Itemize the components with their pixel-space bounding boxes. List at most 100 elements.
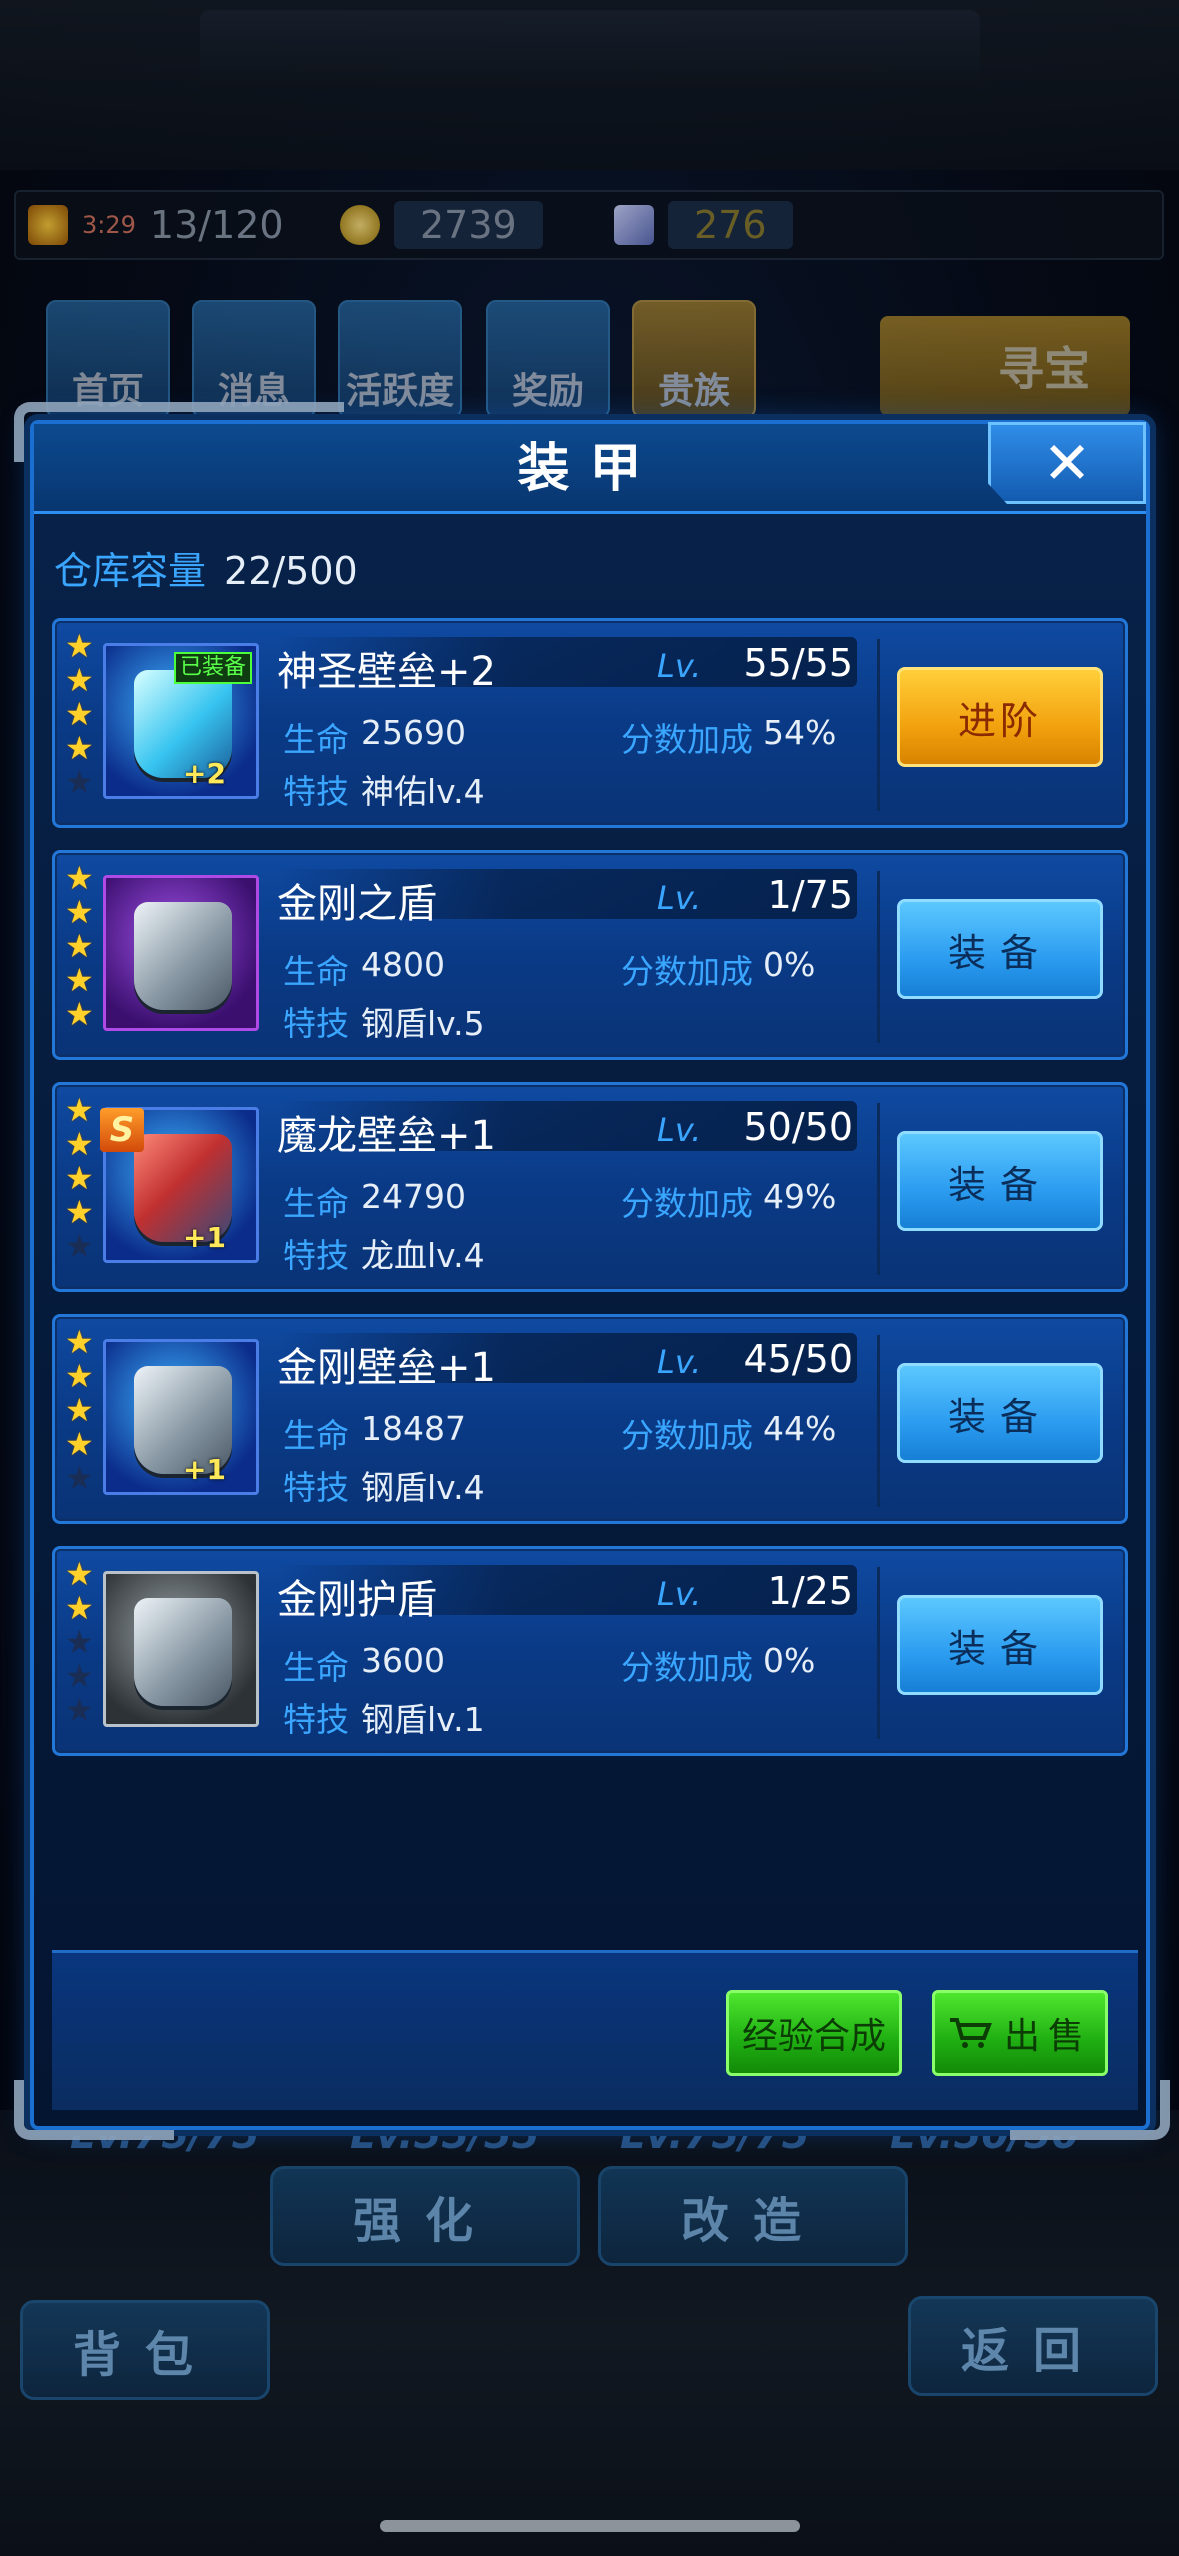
score-value: 0% [763, 1641, 816, 1680]
equipped-badge: 已装备 [173, 652, 252, 684]
score-value: 54% [763, 713, 837, 752]
star-icon: ★ [65, 1125, 94, 1163]
level-value: 45/50 [743, 1337, 853, 1381]
nav-rewards[interactable]: 奖励 [486, 300, 610, 418]
cart-icon [948, 2016, 992, 2050]
item-name: 金刚壁垒+1 [277, 1345, 496, 1391]
armor-thumbnail[interactable]: 已装备 +2 [103, 643, 259, 799]
plus-level: +2 [183, 757, 226, 790]
score-label: 分数加成 [621, 1648, 753, 1687]
star-icon: ★ [65, 859, 94, 897]
star-empty-icon: ★ [65, 1691, 94, 1729]
hp-value: 18487 [361, 1409, 466, 1448]
game-screen: 3:29 13/120 2739 276 首页 消息 活跃度 奖励 贵族 寻宝 … [0, 0, 1179, 2556]
skill-label: 特技 [283, 772, 349, 811]
armor-thumbnail[interactable] [103, 875, 259, 1031]
hp-label: 生命 [283, 952, 349, 991]
star-rating: ★ ★ ★ ★ ★ [65, 1325, 99, 1495]
star-icon: ★ [65, 1193, 94, 1231]
skill-value: 神佑lv.4 [361, 772, 485, 811]
coin-value: 2739 [394, 201, 543, 249]
score-value: 44% [763, 1409, 837, 1448]
level-value: 1/75 [767, 873, 853, 917]
skill-value: 龙血lv.4 [361, 1236, 485, 1275]
divider [877, 1567, 880, 1739]
armor-item[interactable]: ★ ★ ★ ★ ★ S +1 魔龙壁垒+1 Lv. 50/50 生命 24790… [52, 1082, 1128, 1292]
upgrade-button[interactable]: 进阶 [897, 667, 1103, 767]
level-value: 55/55 [743, 641, 853, 685]
armor-thumbnail[interactable]: S +1 [100, 1107, 259, 1263]
star-rating: ★ ★ ★ ★ ★ [65, 861, 99, 1031]
level-label: Lv. [657, 879, 702, 917]
skill-value: 钢盾lv.4 [361, 1468, 485, 1507]
energy-timer: 3:29 [82, 211, 136, 239]
score-label: 分数加成 [621, 952, 753, 991]
divider [877, 1335, 880, 1507]
armor-thumbnail[interactable] [103, 1571, 259, 1727]
star-rating: ★ ★ ★ ★ ★ [65, 1093, 99, 1263]
star-empty-icon: ★ [65, 1227, 94, 1265]
star-icon: ★ [65, 1589, 94, 1627]
gem-resource[interactable]: 276 [614, 200, 793, 250]
treasure-button[interactable]: 寻宝 [880, 316, 1130, 416]
level-value: 50/50 [743, 1105, 853, 1149]
armor-thumbnail[interactable]: +1 [103, 1339, 259, 1495]
nav-messages[interactable]: 消息 [192, 300, 316, 418]
sell-button[interactable]: 出售 [932, 1990, 1108, 2076]
exp-merge-button[interactable]: 经验合成 [726, 1990, 902, 2076]
equip-button[interactable]: 装备 [897, 1131, 1103, 1231]
star-rating: ★ ★ ★ ★ ★ [65, 1557, 99, 1727]
level-label: Lv. [657, 647, 702, 685]
divider [877, 1103, 880, 1275]
home-indicator[interactable] [380, 2520, 800, 2532]
hp-label: 生命 [283, 1416, 349, 1455]
level-value: 1/25 [767, 1569, 853, 1613]
star-icon: ★ [65, 893, 94, 931]
equip-button[interactable]: 装备 [897, 1595, 1103, 1695]
divider [877, 639, 880, 811]
item-name: 金刚之盾 [277, 881, 437, 927]
divider [877, 871, 880, 1043]
star-icon: ★ [65, 729, 94, 767]
star-icon: ★ [65, 1091, 94, 1129]
coin-resource[interactable]: 2739 [340, 200, 543, 250]
back-button[interactable]: 返回 [908, 2296, 1158, 2396]
item-name: 金刚护盾 [277, 1577, 437, 1623]
armor-item[interactable]: ★ ★ ★ ★ ★ 已装备 +2 神圣壁垒+2 Lv. 55/55 生命 256… [52, 618, 1128, 828]
title-decoration [200, 10, 980, 90]
energy-resource[interactable]: 3:29 13/120 [28, 200, 284, 250]
armor-item[interactable]: ★ ★ ★ ★ ★ 金刚之盾 Lv. 1/75 生命 4800 分数加成 0% … [52, 850, 1128, 1060]
star-empty-icon: ★ [65, 763, 94, 801]
hp-value: 3600 [361, 1641, 445, 1680]
hp-label: 生命 [283, 720, 349, 759]
equip-button[interactable]: 装备 [897, 1363, 1103, 1463]
nav-activity[interactable]: 活跃度 [338, 300, 462, 418]
star-empty-icon: ★ [65, 1623, 94, 1661]
sell-label: 出售 [1003, 2016, 1092, 2057]
star-icon: ★ [65, 695, 94, 733]
backpack-button[interactable]: 背包 [20, 2300, 270, 2400]
rank-badge: S [100, 1108, 144, 1152]
energy-value: 13/120 [149, 203, 284, 247]
score-label: 分数加成 [621, 1416, 753, 1455]
strengthen-button[interactable]: 强化 [270, 2166, 580, 2266]
skill-label: 特技 [283, 1468, 349, 1507]
modify-button[interactable]: 改造 [598, 2166, 908, 2266]
nav-nobility[interactable]: 贵族 [632, 300, 756, 418]
plus-level: +1 [183, 1221, 226, 1254]
gem-icon [614, 205, 654, 245]
skill-value: 钢盾lv.1 [361, 1700, 485, 1739]
lightning-icon [28, 205, 68, 245]
star-icon: ★ [65, 961, 94, 999]
close-button[interactable]: ✕ [988, 422, 1146, 504]
score-value: 0% [763, 945, 816, 984]
skill-value: 钢盾lv.5 [361, 1004, 485, 1043]
star-icon: ★ [65, 927, 94, 965]
level-label: Lv. [657, 1343, 702, 1381]
armor-item[interactable]: ★ ★ ★ ★ ★ +1 金刚壁垒+1 Lv. 45/50 生命 18487 分… [52, 1314, 1128, 1524]
nav-home[interactable]: 首页 [46, 300, 170, 418]
star-empty-icon: ★ [65, 1459, 94, 1497]
armor-item[interactable]: ★ ★ ★ ★ ★ 金刚护盾 Lv. 1/25 生命 3600 分数加成 0% … [52, 1546, 1128, 1756]
capacity-value: 22/500 [224, 549, 358, 593]
equip-button[interactable]: 装备 [897, 899, 1103, 999]
